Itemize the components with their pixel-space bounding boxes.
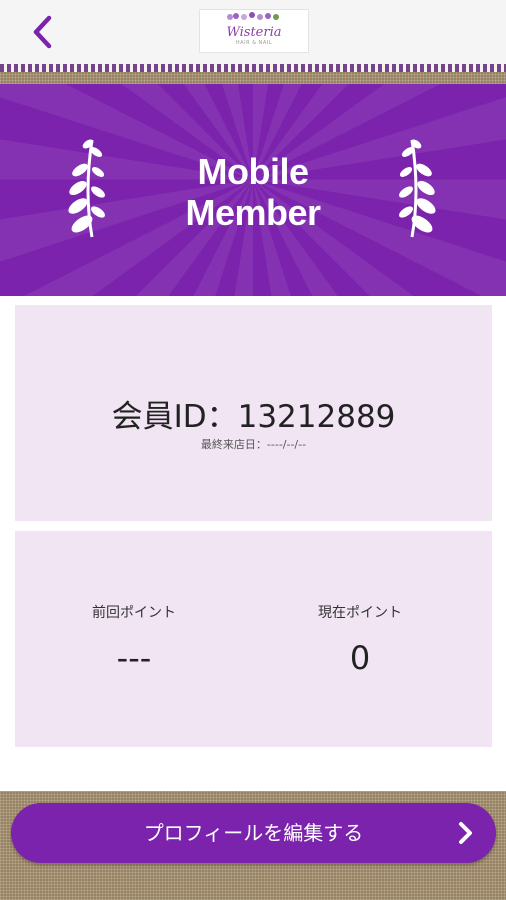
points-card: 前回ポイント --- 現在ポイント 0 <box>15 531 492 747</box>
current-points-label: 現在ポイント <box>318 605 402 621</box>
previous-points-value: --- <box>116 639 152 677</box>
member-id: 会員ID：13212889 <box>111 399 396 435</box>
chevron-left-icon <box>33 15 52 49</box>
top-bar: Wisteria HAIR & NAIL <box>0 0 506 64</box>
logo-text: Wisteria <box>226 25 282 40</box>
banner-title-line1: Mobile <box>197 151 310 192</box>
decorative-fringe <box>0 64 506 72</box>
edit-profile-label: プロフィールを編集する <box>143 821 364 845</box>
member-banner: Mobile Member <box>0 84 506 296</box>
last-visit-date: 最終来店日：----/--/-- <box>200 438 307 451</box>
back-button[interactable] <box>24 12 60 52</box>
salon-logo: Wisteria HAIR & NAIL <box>199 9 309 53</box>
logo-subtext: HAIR & NAIL <box>235 40 273 46</box>
previous-points-label: 前回ポイント <box>92 605 176 621</box>
banner-title-line2: Member <box>185 192 321 233</box>
current-points-value: 0 <box>349 639 371 677</box>
member-id-card: 会員ID：13212889 最終来店日：----/--/-- <box>15 305 492 521</box>
chevron-right-icon <box>459 822 472 844</box>
edit-profile-button[interactable]: プロフィールを編集する <box>11 803 496 863</box>
wisteria-flower-icon <box>227 12 279 20</box>
